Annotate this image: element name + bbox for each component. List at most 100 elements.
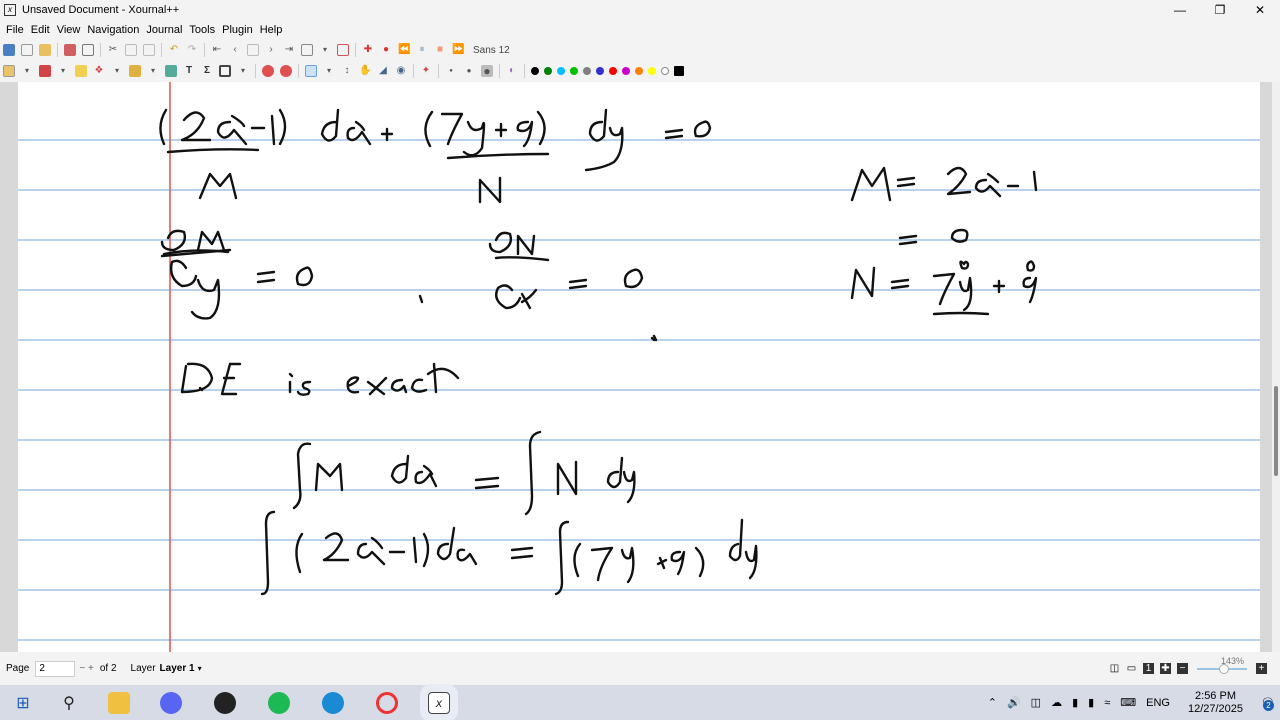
fullscreen-icon[interactable]: ✚ xyxy=(362,44,374,56)
goto-page-icon[interactable] xyxy=(247,44,259,56)
stop-icon[interactable]: ■ xyxy=(434,44,446,56)
undo-icon[interactable]: ↶ xyxy=(168,44,180,56)
redo-stroke-icon[interactable] xyxy=(280,65,292,77)
undo-stroke-icon[interactable] xyxy=(262,65,274,77)
zoom-slider[interactable] xyxy=(1197,663,1247,674)
chevron-up-icon[interactable]: ⌃ xyxy=(988,696,997,709)
record-icon[interactable]: ● xyxy=(380,44,392,56)
edge-icon[interactable] xyxy=(322,691,344,714)
color-swatch[interactable] xyxy=(543,67,552,75)
vertical-scrollbar[interactable] xyxy=(1272,82,1280,652)
menu-file[interactable]: File xyxy=(5,24,25,36)
ruler-icon[interactable]: ◢ xyxy=(377,65,389,77)
menu-journal[interactable]: Journal xyxy=(145,24,183,36)
color-swatch[interactable] xyxy=(608,67,617,75)
xournal-taskbar-icon[interactable]: x xyxy=(428,691,450,714)
delete-page-icon[interactable] xyxy=(337,44,349,56)
scrollbar-thumb[interactable] xyxy=(1274,386,1278,476)
microphone-icon[interactable]: ▮ xyxy=(1072,696,1078,709)
volume-icon[interactable]: 🔊 xyxy=(1007,696,1021,709)
two-pages-icon[interactable]: ◫ xyxy=(1109,663,1120,674)
layer-select[interactable]: Layer 1 xyxy=(160,663,195,674)
close-icon[interactable]: ✕ xyxy=(1240,0,1280,20)
fill-icon[interactable]: ◐ xyxy=(506,65,518,77)
save-icon[interactable] xyxy=(3,44,15,56)
chevron-down-icon[interactable]: ▾ xyxy=(57,65,69,77)
print-icon[interactable] xyxy=(82,44,94,56)
notification-icon[interactable]: 🗨2 xyxy=(1261,696,1275,711)
clock[interactable]: 2:56 PM 12/27/2025 xyxy=(1183,690,1248,716)
canvas-area[interactable] xyxy=(0,82,1280,652)
hand-icon[interactable]: ✋ xyxy=(359,65,371,77)
font-button[interactable]: Sans 12 xyxy=(473,45,510,56)
fast-forward-icon[interactable]: ⏩ xyxy=(452,44,464,56)
image-icon[interactable] xyxy=(165,65,177,77)
select-region-icon[interactable] xyxy=(129,65,141,77)
journal-page[interactable] xyxy=(18,82,1260,652)
paste-icon[interactable] xyxy=(143,44,155,56)
color-swatch[interactable] xyxy=(530,67,539,75)
rectangle-icon[interactable] xyxy=(219,65,231,77)
color-swatch[interactable] xyxy=(660,67,669,75)
chevron-down-icon[interactable]: ▾ xyxy=(147,65,159,77)
menu-view[interactable]: View xyxy=(56,24,82,36)
file-explorer-icon[interactable] xyxy=(108,691,130,714)
color-swatch[interactable] xyxy=(673,66,684,76)
eraser-icon[interactable] xyxy=(39,65,51,77)
color-swatch[interactable] xyxy=(621,67,630,75)
color-swatch[interactable] xyxy=(647,67,656,75)
vertical-space-icon[interactable]: ↕ xyxy=(341,65,353,77)
redo-icon[interactable]: ↷ xyxy=(186,44,198,56)
chevron-down-icon[interactable]: ▾ xyxy=(237,65,249,77)
color-swatch[interactable] xyxy=(634,67,643,75)
page-number-input[interactable]: 2 xyxy=(35,660,76,677)
color-swatch[interactable] xyxy=(569,67,578,75)
new-document-icon[interactable] xyxy=(21,44,33,56)
open-folder-icon[interactable] xyxy=(39,44,51,56)
menu-edit[interactable]: Edit xyxy=(30,24,51,36)
chevron-down-icon[interactable]: ▾ xyxy=(319,44,331,56)
insert-page-icon[interactable] xyxy=(301,44,313,56)
wifi-icon[interactable]: ≈ xyxy=(1104,697,1110,709)
color-swatch[interactable] xyxy=(582,67,591,75)
copy-icon[interactable] xyxy=(125,44,137,56)
last-page-icon[interactable]: ⇥ xyxy=(283,44,295,56)
chevron-down-icon[interactable]: ▾ xyxy=(323,65,335,77)
text-icon[interactable]: T xyxy=(183,65,195,77)
pause-icon[interactable]: ⏸ xyxy=(416,44,428,56)
default-tool-icon[interactable]: ✦ xyxy=(420,65,432,77)
export-pdf-icon[interactable] xyxy=(64,44,76,56)
zoom-fit-icon[interactable]: ✚ xyxy=(1160,663,1171,674)
menu-navigation[interactable]: Navigation xyxy=(86,24,140,36)
shape-recognizer-icon[interactable]: ❖ xyxy=(93,65,105,77)
page-spin-buttons[interactable]: − + xyxy=(79,663,93,674)
next-page-icon[interactable]: › xyxy=(265,44,277,56)
chevron-down-icon[interactable]: ▾ xyxy=(21,65,33,77)
chevron-down-icon[interactable]: ▾ xyxy=(111,65,123,77)
presentation-icon[interactable]: ▭ xyxy=(1126,663,1137,674)
menu-tools[interactable]: Tools xyxy=(188,24,216,36)
latex-icon[interactable]: Σ xyxy=(201,65,213,77)
cut-icon[interactable]: ✂ xyxy=(107,44,119,56)
obs-icon[interactable] xyxy=(214,691,236,714)
battery-icon[interactable]: ▮ xyxy=(1088,696,1094,709)
zoom-in-icon[interactable]: + xyxy=(1256,663,1267,674)
thick-line-icon[interactable]: ● xyxy=(481,65,493,77)
thin-line-icon[interactable]: ● xyxy=(445,65,457,77)
previous-page-icon[interactable]: ‹ xyxy=(229,44,241,56)
discord-icon[interactable] xyxy=(160,691,182,714)
medium-line-icon[interactable]: ● xyxy=(463,65,475,77)
windows-start-icon[interactable]: ⊞ xyxy=(12,692,34,714)
minimize-icon[interactable]: — xyxy=(1160,0,1200,20)
keyboard-icon[interactable]: ⌨ xyxy=(1120,696,1136,709)
chevron-down-icon[interactable]: ▾ xyxy=(198,664,202,673)
highlighter-icon[interactable] xyxy=(75,65,87,77)
zoom-out-icon[interactable]: − xyxy=(1177,663,1188,674)
menu-help[interactable]: Help xyxy=(259,24,284,36)
menu-plugin[interactable]: Plugin xyxy=(221,24,254,36)
first-page-icon[interactable]: ⇤ xyxy=(211,44,223,56)
battery-saver-icon[interactable]: ◫ xyxy=(1031,696,1041,709)
pen-icon[interactable] xyxy=(3,65,15,77)
spotify-icon[interactable] xyxy=(268,691,290,714)
opera-icon[interactable] xyxy=(376,691,398,714)
